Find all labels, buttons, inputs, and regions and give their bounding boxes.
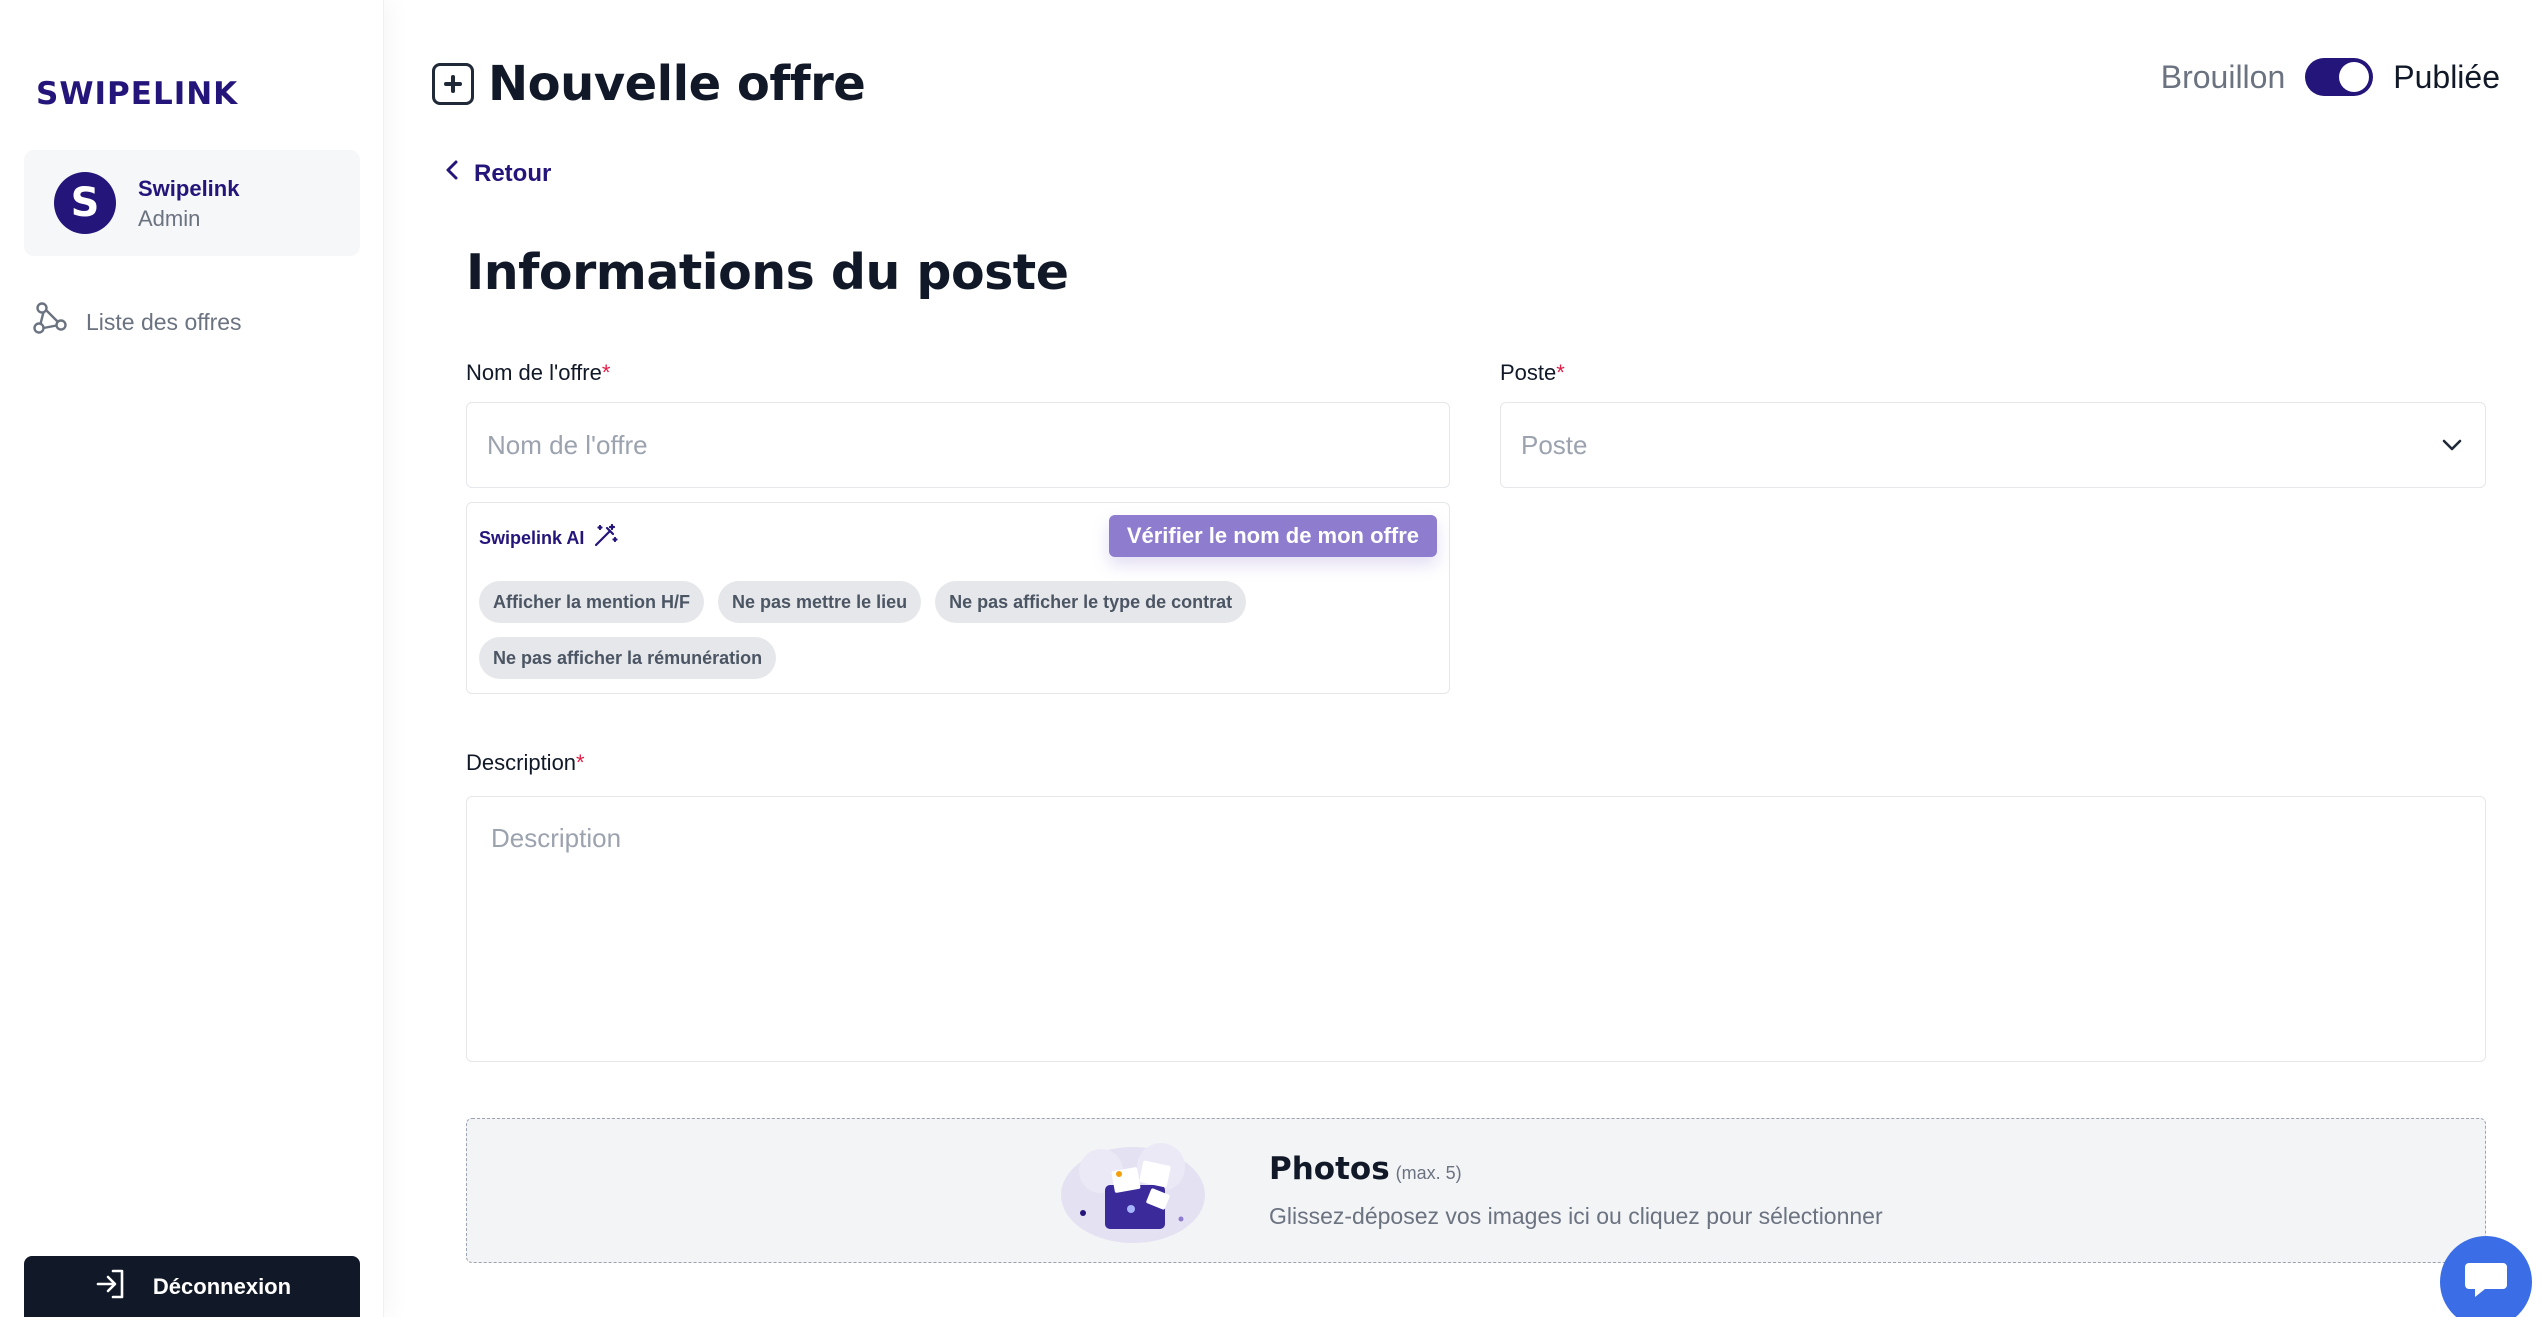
account-card[interactable]: S Swipelink Admin — [24, 150, 360, 256]
position-placeholder: Poste — [1521, 429, 1588, 460]
draft-label: Brouillon — [2160, 58, 2286, 95]
sidebar: SWIPELINK S Swipelink Admin Liste des of… — [0, 0, 384, 1317]
logout-button[interactable]: Déconnexion — [24, 1256, 360, 1317]
photos-description: Glissez-déposez vos images ici ou clique… — [1269, 1203, 1883, 1229]
description-textarea[interactable]: Description — [466, 796, 2486, 1062]
position-label: Poste* — [1500, 360, 1565, 386]
offer-name-label-text: Nom de l'offre — [466, 360, 602, 385]
section-title: Informations du poste — [466, 244, 1069, 301]
back-link[interactable]: Retour — [444, 158, 551, 189]
position-label-text: Poste — [1500, 360, 1557, 385]
ai-assistant-panel: Swipelink AI Vérifier le nom de mon offr… — [466, 502, 1450, 694]
page-header: Nouvelle offre — [432, 56, 866, 112]
toggle-knob — [2339, 62, 2370, 92]
position-select[interactable]: Poste — [1500, 402, 2486, 488]
publish-status: Brouillon Publiée — [2161, 58, 2500, 96]
account-name: Swipelink — [138, 176, 240, 201]
chip-show-hf[interactable]: Afficher la mention H/F — [479, 581, 705, 623]
ai-suggestion-chips: Afficher la mention H/F Ne pas mettre le… — [479, 581, 1439, 679]
description-label-text: Description — [466, 750, 577, 775]
magic-wand-icon — [592, 523, 618, 554]
sidebar-item-offers-list[interactable]: Liste des offres — [30, 300, 242, 344]
chip-hide-salary[interactable]: Ne pas afficher la rémunération — [479, 637, 777, 679]
chat-icon — [2463, 1259, 2509, 1306]
required-mark: * — [601, 360, 611, 385]
published-label: Publiée — [2393, 58, 2500, 95]
logout-label: Déconnexion — [152, 1273, 292, 1299]
chat-support-button[interactable] — [2440, 1236, 2532, 1317]
page-title: Nouvelle offre — [488, 56, 866, 112]
description-label: Description* — [466, 750, 585, 776]
offer-name-input[interactable]: Nom de l'offre — [466, 402, 1450, 488]
photos-max: (max. 5) — [1395, 1163, 1462, 1183]
avatar: S — [54, 172, 116, 234]
ai-label-text: Swipelink AI — [479, 528, 585, 548]
offer-name-label: Nom de l'offre* — [466, 360, 610, 386]
back-label: Retour — [474, 159, 552, 187]
upload-folder-illustration — [1053, 1133, 1209, 1249]
account-role: Admin — [138, 206, 201, 231]
chevron-left-icon — [444, 158, 460, 189]
login-arrow-icon — [93, 1266, 129, 1308]
photos-dropzone[interactable]: Photos (max. 5) Glissez-déposez vos imag… — [466, 1118, 2486, 1263]
offer-name-placeholder: Nom de l'offre — [487, 429, 648, 460]
required-mark: * — [576, 750, 585, 775]
chip-hide-contract-type[interactable]: Ne pas afficher le type de contrat — [935, 581, 1247, 623]
description-placeholder: Description — [491, 823, 622, 853]
ai-label: Swipelink AI — [479, 523, 618, 554]
check-offer-name-button[interactable]: Vérifier le nom de mon offre — [1108, 515, 1437, 557]
publish-toggle[interactable] — [2305, 58, 2374, 96]
photos-title: Photos (max. 5) — [1269, 1151, 1462, 1187]
required-mark: * — [1556, 360, 1565, 385]
share-nodes-icon — [30, 299, 70, 345]
sidebar-item-label: Liste des offres — [86, 308, 242, 335]
chip-hide-location[interactable]: Ne pas mettre le lieu — [718, 581, 922, 623]
photos-title-text: Photos — [1269, 1151, 1390, 1187]
brand-logo[interactable]: SWIPELINK — [36, 76, 238, 112]
plus-square-icon — [432, 63, 474, 105]
